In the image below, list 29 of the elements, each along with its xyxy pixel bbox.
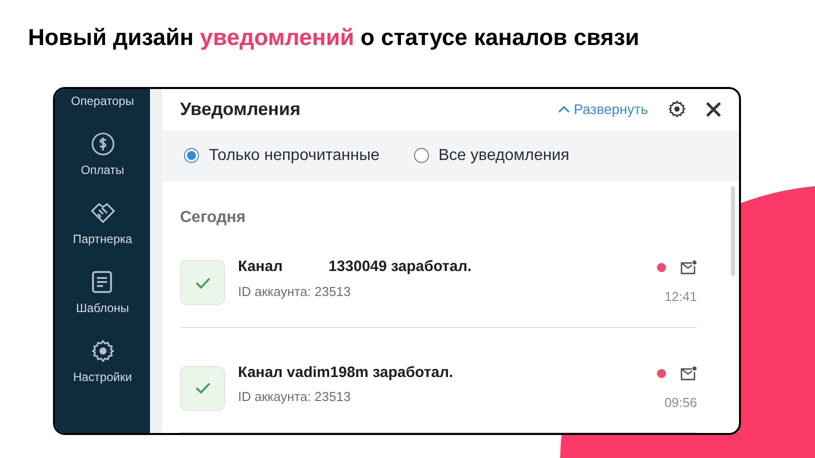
filter-radio[interactable]: Только непрочитанные — [184, 144, 380, 168]
notification-time: 09:56 — [664, 394, 697, 412]
checkmark-icon — [194, 276, 210, 288]
sidebar-item[interactable]: Партнерка — [72, 230, 132, 248]
document-icon — [91, 270, 114, 294]
mail-icon[interactable] — [680, 260, 697, 275]
close-icon[interactable] — [706, 102, 721, 117]
expand-link[interactable]: Развернуть — [558, 98, 648, 120]
notification-subtitle: ID аккаунта: 23513 — [238, 282, 352, 301]
settings-icon — [90, 339, 114, 363]
filter-radio[interactable]: Все уведомления — [414, 144, 570, 168]
settings-icon[interactable] — [668, 100, 686, 118]
scrollbar[interactable] — [731, 186, 735, 276]
sidebar-item[interactable]: Оплаты — [80, 161, 124, 179]
slide-title: Новый дизайн уведомлений о статусе каналов связи — [28, 23, 640, 52]
handshake-icon — [90, 201, 116, 225]
sidebar-item[interactable]: Настройки — [73, 368, 132, 386]
sidebar-item[interactable]: Шаблоны — [76, 299, 130, 317]
sidebar-item[interactable]: Операторы — [71, 92, 134, 110]
dollar-icon — [90, 132, 114, 156]
notification-subtitle: ID аккаунта: 23513 — [238, 388, 352, 406]
notification-title: Канал vadim198m заработал. — [238, 362, 454, 382]
chevron-up-icon — [558, 105, 570, 114]
panel-title: Уведомления — [180, 98, 302, 121]
checkmark-icon — [194, 382, 210, 394]
notification-title: Канал 1330049 заработал. — [238, 257, 473, 277]
notification-time: 12:41 — [664, 288, 697, 306]
section-heading: Сегодня — [180, 208, 247, 228]
mail-icon[interactable] — [680, 366, 697, 380]
